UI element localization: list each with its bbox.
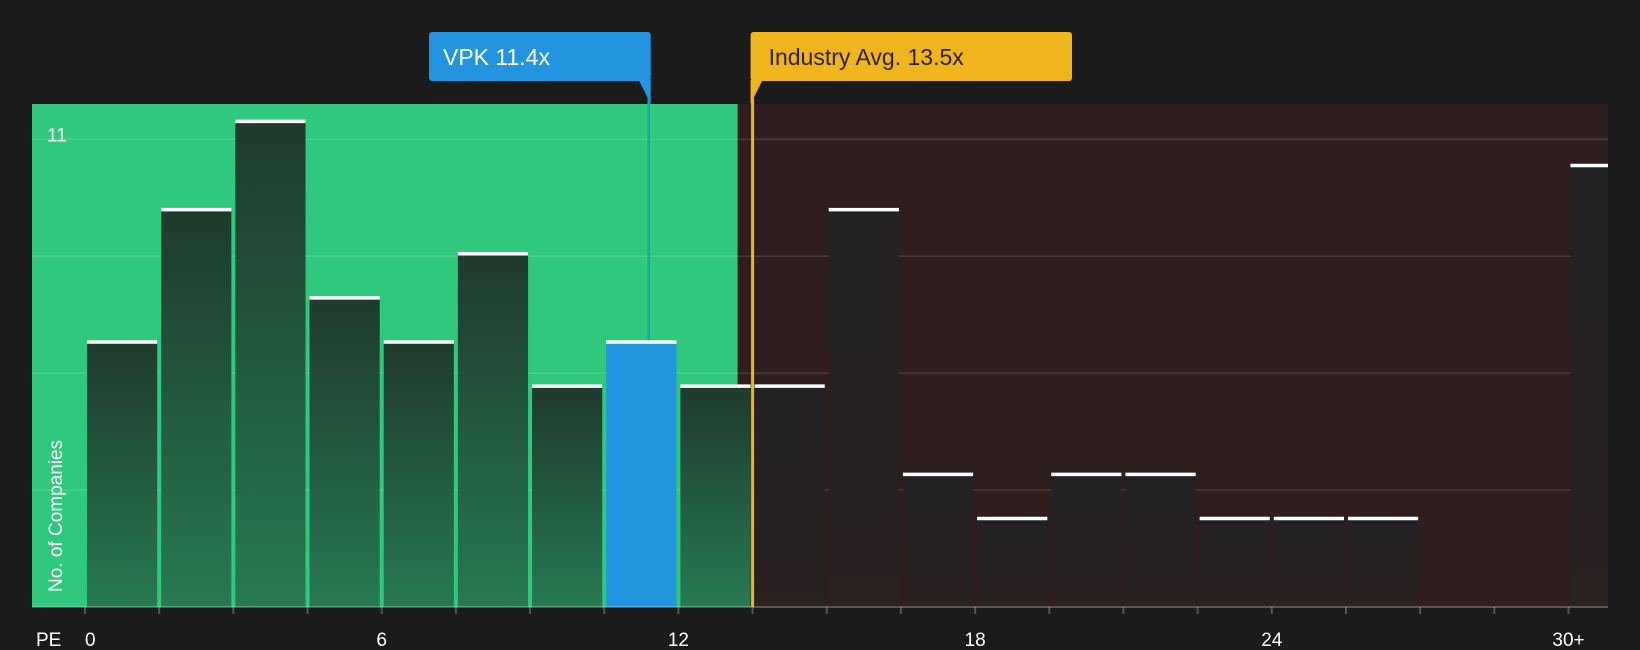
bar-cap-5 [457, 252, 529, 256]
x-tick-label-3: 18 [965, 630, 986, 650]
bar-cap-4 [383, 340, 454, 344]
x-tick-label-2: 12 [668, 630, 689, 650]
bar-cap-11 [902, 472, 974, 477]
bar-2 [235, 121, 306, 608]
bar-cap-10 [828, 207, 899, 212]
bar-1 [161, 209, 232, 608]
bar-cap-3 [309, 296, 380, 300]
bar-6 [532, 386, 603, 607]
bar-cap-9 [754, 384, 825, 388]
bar-16 [1273, 518, 1344, 607]
bar-cap-7 [606, 340, 677, 344]
bar-cap-20 [1570, 163, 1608, 168]
bar-cap-17 [1347, 516, 1419, 521]
bar-15 [1199, 518, 1270, 607]
pe-distribution-chart: 0 6 12 18 24 30+ PE 11 No. of Companies VPK 11.4… [32, 32, 1608, 650]
bar-14 [1125, 474, 1196, 607]
industry-callout-pointer [750, 80, 763, 104]
bar-13 [1051, 474, 1122, 607]
bar-cap-2 [235, 119, 306, 124]
x-tick-label-5: 30+ [1552, 630, 1584, 650]
bar-11 [902, 474, 974, 607]
y-tick-label: 11 [47, 126, 67, 147]
bar-cap-16 [1273, 516, 1344, 521]
bar-7 [606, 342, 677, 607]
bar-cap-1 [161, 207, 232, 212]
bar-cap-12 [977, 516, 1048, 521]
bar-0 [87, 342, 158, 607]
subject-callout-label: VPK 11.4x [443, 44, 550, 70]
bar-4 [383, 342, 454, 607]
bar-9 [754, 386, 825, 607]
bar-17 [1347, 518, 1419, 607]
x-axis-title: PE [36, 630, 61, 650]
x-tick-label-0: 0 [85, 630, 96, 650]
bar-cap-15 [1199, 516, 1270, 521]
bar-3 [309, 298, 380, 607]
industry-callout-label: Industry Avg. 13.5x [769, 44, 965, 70]
bar-cap-0 [87, 340, 158, 344]
bar-cap-14 [1125, 472, 1196, 477]
bar-10 [828, 209, 899, 608]
bar-cap-8 [680, 384, 751, 388]
bar-cap-6 [532, 384, 603, 388]
x-tick-label-1: 6 [376, 630, 387, 650]
bar-12 [977, 518, 1048, 607]
y-axis-title: No. of Companies [46, 440, 67, 592]
bar-8 [680, 386, 751, 607]
subject-callout-pointer [638, 80, 651, 104]
bar-5 [457, 254, 529, 607]
x-tick-label-4: 24 [1261, 630, 1283, 650]
bar-20 [1570, 165, 1608, 608]
bar-cap-13 [1051, 472, 1122, 477]
